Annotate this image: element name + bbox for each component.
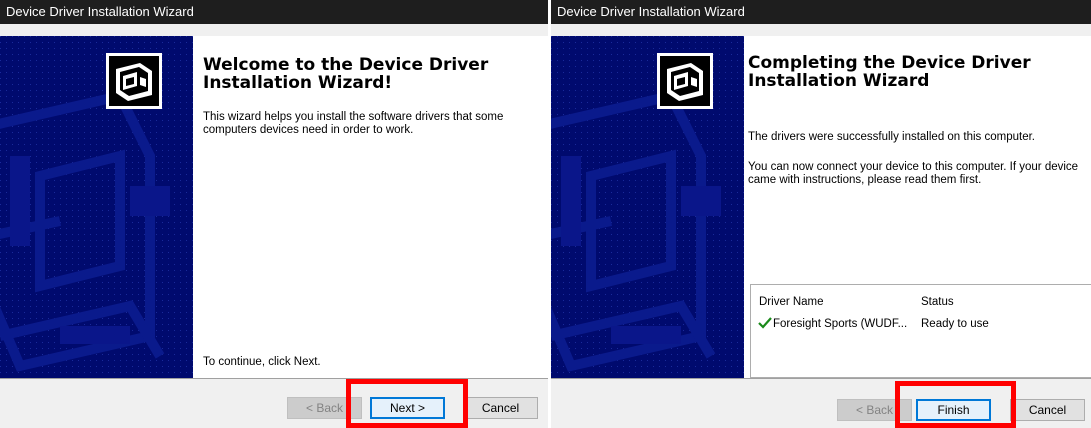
connect-instructions: You can now connect your device to this …	[748, 161, 1079, 186]
page-title: Welcome to the Device Driver Installatio…	[203, 55, 489, 93]
wizard-content-panel: Welcome to the Device Driver Installatio…	[193, 36, 548, 379]
driver-status-cell: Ready to use	[921, 318, 989, 330]
completing-wizard-window: Device Driver Installation Wizard Comple…	[551, 0, 1091, 428]
welcome-wizard-window: Device Driver Installation Wizard Welcom…	[0, 0, 548, 428]
sidebar-artwork	[0, 36, 193, 379]
column-header-status: Status	[921, 296, 954, 308]
window-title: Device Driver Installation Wizard	[551, 0, 1091, 24]
continue-instruction: To continue, click Next.	[203, 356, 321, 368]
wizard-sidebar-banner	[0, 36, 193, 379]
wizard-sidebar-banner	[551, 36, 744, 379]
driver-name-cell: Foresight Sports (WUDF...	[773, 318, 908, 330]
cancel-button[interactable]: Cancel	[1010, 399, 1085, 421]
finish-button-highlight	[895, 381, 1016, 428]
sidebar-artwork	[551, 36, 744, 379]
hardware-install-icon	[106, 53, 162, 109]
window-title: Device Driver Installation Wizard	[0, 0, 548, 24]
welcome-description: This wizard helps you install the softwa…	[203, 111, 504, 136]
check-icon	[758, 317, 772, 329]
success-message: The drivers were successfully installed …	[748, 131, 1035, 143]
wizard-footer: < Back Finish Cancel	[551, 379, 1091, 428]
column-header-driver-name: Driver Name	[759, 296, 824, 308]
next-button-highlight	[346, 379, 468, 428]
wizard-footer: < Back Next > Cancel	[0, 379, 548, 428]
hardware-install-icon	[657, 53, 713, 109]
page-title: Completing the Device Driver Installatio…	[748, 53, 1031, 91]
cancel-button[interactable]: Cancel	[463, 397, 538, 419]
driver-status-table: Driver Name Status Foresight Sports (WUD…	[750, 284, 1091, 378]
wizard-content-panel: Completing the Device Driver Installatio…	[744, 36, 1091, 379]
